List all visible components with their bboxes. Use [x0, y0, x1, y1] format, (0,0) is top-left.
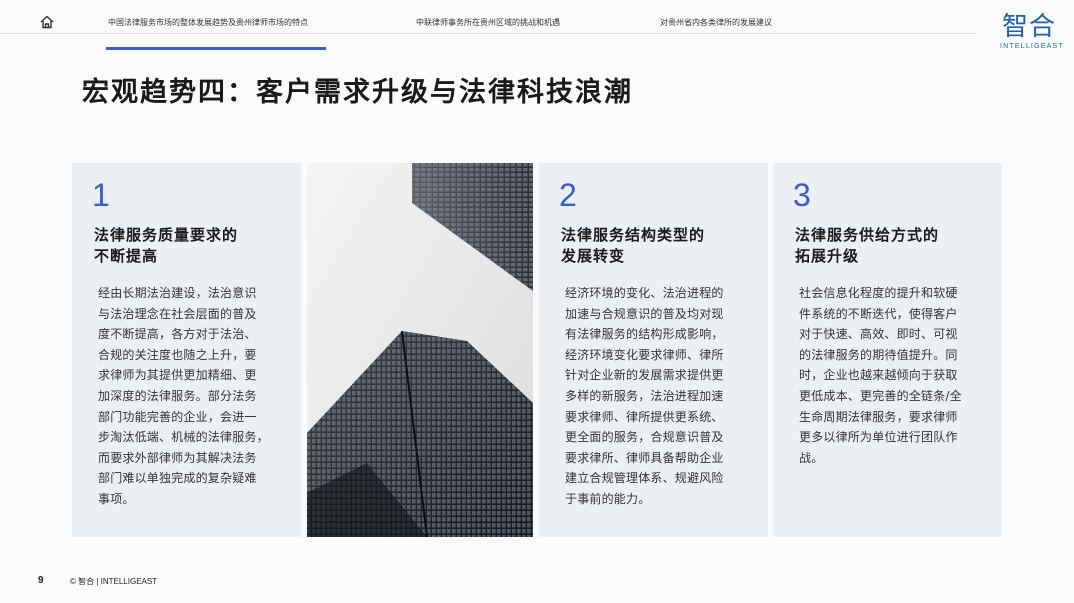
tab-label: 中联律师事务所在贵州区域的挑战和机遇: [416, 18, 560, 27]
top-navigation: 中国法律服务市场的整体发展趋势及贵州律师市场的特点 中联律师事务所在贵州区域的挑…: [0, 0, 1074, 50]
body-line: 针对企业新的发展需求提供更: [565, 368, 724, 383]
card-number: 1: [92, 177, 110, 213]
skyscraper-photo: [307, 163, 533, 537]
heading-line: 发展转变: [561, 247, 626, 265]
card-body: 社会信息化程度的提升和软硬 件系统的不断迭代，使得客户 对于快速、高效、即时、可…: [799, 283, 962, 468]
tab-label: 中国法律服务市场的整体发展趋势及贵州律师市场的特点: [108, 18, 308, 27]
heading-line: 不断提高: [94, 247, 159, 265]
body-line: 建立合规管理体系、规避风险: [565, 471, 724, 486]
skyscraper-image: [307, 163, 533, 537]
card-heading: 法律服务质量要求的 不断提高: [94, 225, 238, 267]
card-body: 经由长期法治建设，法治意识 与法治理念在社会层面的普及 度不断提高，各方对于法治…: [98, 283, 269, 510]
body-line: 更低成本、更完善的全链条/全: [799, 388, 962, 403]
body-line: 有法律服务的结构形成影响，: [565, 327, 724, 342]
body-line: 时，企业也越来越倾向于获取: [799, 368, 958, 383]
body-line: 要求律所、律师具备帮助企业: [565, 450, 724, 465]
body-line: 经济环境变化要求律师、律所: [565, 347, 724, 362]
body-line: 部门功能完善的企业，会进一: [98, 409, 257, 424]
body-line: 要求律师、律所提供更系统、: [565, 409, 724, 424]
tab-development-suggestions[interactable]: 对贵州省内各类律所的发展建议: [660, 17, 772, 29]
body-line: 更全面的服务，合规意识普及: [565, 430, 724, 445]
body-line: 求律师为其提供更加精细、更: [98, 368, 257, 383]
home-icon[interactable]: [39, 14, 55, 30]
body-line: 对于快速、高效、即时、可视: [799, 327, 958, 342]
body-line: 更多以律所为单位进行团队作: [799, 430, 958, 445]
card-structure-transformation: 2 法律服务结构类型的 发展转变 经济环境的变化、法治进程的 加速与合规意识的普…: [539, 163, 768, 537]
card-number: 3: [793, 177, 811, 213]
body-line: 度不断提高，各方对于法治、: [98, 327, 257, 342]
body-line: 合规的关注度也随之上升，要: [98, 347, 257, 362]
page-number: 9: [38, 575, 44, 586]
heading-line: 法律服务结构类型的: [561, 226, 706, 244]
body-line: 件系统的不断迭代，使得客户: [799, 306, 958, 321]
body-line: 经济环境的变化、法治进程的: [565, 286, 724, 300]
card-heading: 法律服务供给方式的 拓展升级: [795, 225, 939, 267]
heading-line: 法律服务供给方式的: [795, 226, 940, 244]
logo-chinese: 智合: [1001, 12, 1056, 42]
card-heading: 法律服务结构类型的 发展转变: [561, 225, 705, 267]
active-tab-indicator: [106, 47, 326, 50]
body-line: 战。: [799, 450, 824, 465]
body-line: 部门难以单独完成的复杂疑难: [98, 471, 257, 486]
body-line: 加深度的法律服务。部分法务: [98, 388, 257, 403]
body-line: 多样的新服务，法治进程加速: [565, 388, 724, 403]
body-line: 社会信息化程度的提升和软硬: [799, 286, 958, 300]
body-line: 经由长期法治建设，法治意识: [98, 286, 257, 300]
logo-english: INTELLIGEAST: [1000, 43, 1064, 50]
body-line: 步淘汰低端、机械的法律服务，: [98, 430, 269, 445]
tab-challenges-opportunities[interactable]: 中联律师事务所在贵州区域的挑战和机遇: [416, 17, 560, 29]
header-divider: [0, 33, 976, 34]
card-quality-requirements: 1 法律服务质量要求的 不断提高 经由长期法治建设，法治意识 与法治理念在社会层…: [72, 163, 301, 537]
body-line: 生命周期法律服务，要求律师: [799, 409, 958, 424]
page-title: 宏观趋势四：客户需求升级与法律科技浪潮: [82, 77, 633, 108]
body-line: 而要求外部律师为其解决法务: [98, 450, 257, 465]
heading-line: 法律服务质量要求的: [94, 226, 239, 244]
tab-label: 对贵州省内各类律所的发展建议: [660, 18, 772, 27]
brand-logo: 智合 INTELLIGEAST: [1000, 12, 1064, 58]
body-line: 与法治理念在社会层面的普及: [98, 306, 257, 321]
heading-line: 拓展升级: [795, 247, 860, 265]
body-line: 加速与合规意识的普及均对现: [565, 306, 724, 321]
card-body: 经济环境的变化、法治进程的 加速与合规意识的普及均对现 有法律服务的结构形成影响…: [565, 283, 724, 510]
body-line: 的法律服务的期待值提升。同: [799, 347, 958, 362]
card-supply-upgrade: 3 法律服务供给方式的 拓展升级 社会信息化程度的提升和软硬 件系统的不断迭代，…: [773, 163, 1002, 537]
card-number: 2: [559, 177, 577, 213]
body-line: 事项。: [98, 491, 135, 506]
footer-copyright: © 智合 | INTELLIGEAST: [70, 577, 158, 586]
tab-market-trends[interactable]: 中国法律服务市场的整体发展趋势及贵州律师市场的特点: [106, 17, 326, 50]
body-line: 于事前的能力。: [565, 491, 651, 506]
